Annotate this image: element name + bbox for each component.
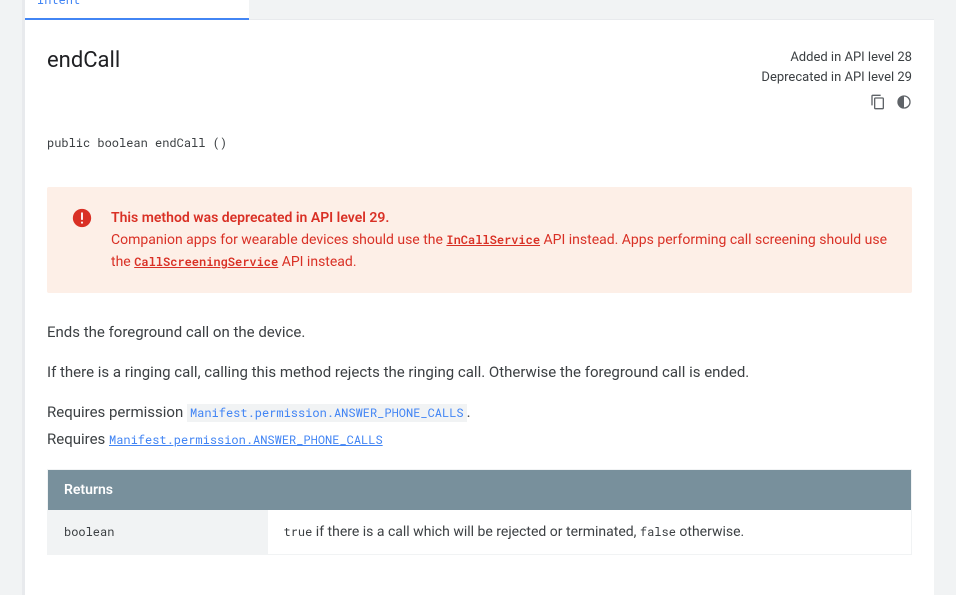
api-added: Added in API level 28 [761,48,912,68]
description-p1: Ends the foreground call on the device. [47,321,912,343]
action-icons [761,94,912,117]
permission-const-2[interactable]: Manifest.permission.ANSWER_PHONE_CALLS [109,432,383,448]
table-row: boolean true if there is a call which wi… [48,510,912,555]
link-callscreeningservice[interactable]: CallScreeningService [134,254,278,270]
return-true: true [284,524,313,540]
description-p2: If there is a ringing call, calling this… [47,361,912,383]
link-incallservice[interactable]: InCallService [446,232,540,248]
return-false: false [640,524,676,540]
description-p4: Requires Manifest.permission.ANSWER_PHON… [47,428,912,451]
tab-intent[interactable]: Intent [25,0,249,20]
api-deprecated: Deprecated in API level 29 [761,68,912,88]
deprecation-notice: This method was deprecated in API level … [47,187,912,293]
return-desc: true if there is a call which will be re… [268,510,912,555]
deprecation-text: This method was deprecated in API level … [111,207,888,273]
tab-row: Intent [25,0,934,20]
method-name: endCall [47,48,120,73]
dep-text-post: API instead. [278,254,356,270]
p3-post: . [467,403,471,421]
p3-pre: Requires permission [47,403,187,421]
description-p3: Requires permission Manifest.permission.… [47,401,912,424]
deprecation-body: Companion apps for wearable devices shou… [111,229,888,273]
api-info: Added in API level 28 Deprecated in API … [761,48,912,117]
method-header: endCall Added in API level 28 Deprecated… [47,48,912,117]
deprecation-title: This method was deprecated in API level … [111,207,888,229]
method-signature: public boolean endCall () [47,135,912,151]
return-post: otherwise. [676,524,744,540]
permission-const-1[interactable]: Manifest.permission.ANSWER_PHONE_CALLS [187,404,467,422]
content: endCall Added in API level 28 Deprecated… [25,20,934,555]
tab-label: Intent [37,0,80,8]
doc-page: Intent endCall Added in API level 28 Dep… [22,0,934,595]
return-mid: if there is a call which will be rejecte… [312,524,640,540]
theme-icon[interactable] [896,94,912,117]
warning-icon [71,207,95,273]
copy-icon[interactable] [870,94,886,117]
returns-table: Returns boolean true if there is a call … [47,469,912,555]
p4-pre: Requires [47,430,109,448]
return-type: boolean [48,510,268,555]
dep-text-pre: Companion apps for wearable devices shou… [111,232,446,248]
returns-header: Returns [48,470,912,511]
